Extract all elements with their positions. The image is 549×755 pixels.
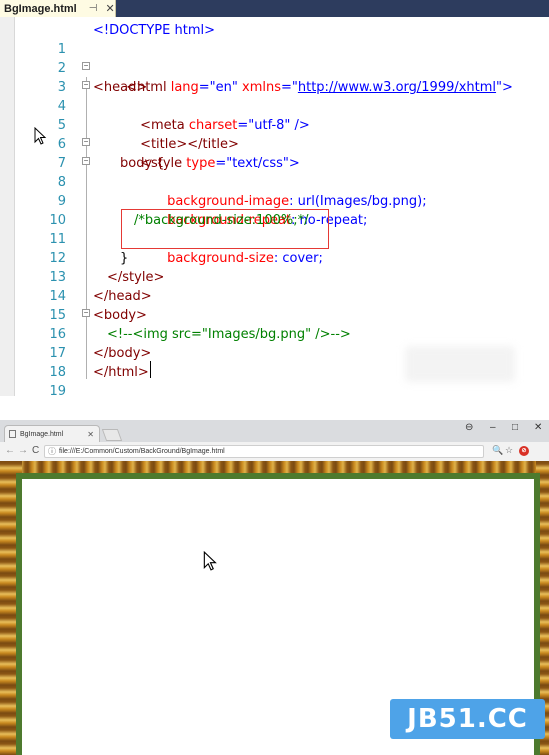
separator	[0, 396, 549, 420]
code-editor: BgImage.html ⊣ ✕ 1 <!DOCTYPE html> 2 3 −…	[0, 0, 549, 396]
browser-tab-title: BgImage.html	[20, 430, 64, 438]
code-text: <head>	[93, 80, 148, 95]
code-line: 17 <!--<img src="Images/bg.png" />-->	[0, 325, 549, 361]
code-line: 3 − <html lang="en" xmlns="http://www.w3…	[0, 59, 549, 96]
browser-tab-strip: BgImage.html ✕ ⊖ – □ ✕	[0, 420, 549, 442]
browser-tab[interactable]: BgImage.html ✕	[4, 425, 100, 442]
close-window-icon[interactable]: ✕	[534, 422, 542, 433]
code-text: <body>	[93, 308, 147, 323]
collapse-toggle-icon[interactable]: −	[82, 157, 90, 165]
code-text: <!DOCTYPE html>	[93, 23, 215, 38]
code-text: </head>	[93, 289, 152, 304]
editor-tab-label: BgImage.html	[4, 2, 77, 15]
code-line: 1 <!DOCTYPE html>	[0, 21, 549, 57]
code-line: 2	[0, 40, 549, 76]
code-text: </html>	[93, 365, 149, 380]
text-caret	[150, 361, 151, 378]
code-text: }	[120, 251, 129, 266]
editor-tab-strip: BgImage.html ⊣ ✕	[0, 0, 549, 17]
collapse-toggle-icon[interactable]: −	[82, 138, 90, 146]
code-line: 4 − <head>	[0, 78, 549, 114]
close-icon[interactable]: ✕	[87, 430, 94, 439]
code-line: 15 </head>	[0, 287, 549, 323]
new-tab-button[interactable]	[101, 429, 123, 441]
mouse-pointer-icon	[34, 126, 48, 150]
reload-icon[interactable]: C	[32, 445, 39, 456]
highlight-box	[121, 209, 329, 249]
adblock-icon[interactable]: ⊘	[519, 446, 529, 456]
line-number: 19	[49, 384, 66, 396]
collapse-toggle-icon[interactable]: −	[82, 81, 90, 89]
code-line: 13 }	[0, 249, 549, 285]
code-line: 14 </style>	[0, 268, 549, 304]
url-text[interactable]: file:///E:/Common/Custom/BackGround/BgIm…	[59, 448, 225, 455]
collapse-toggle-icon[interactable]: −	[82, 309, 90, 317]
code-text: </body>	[93, 346, 152, 361]
code-text: body {	[120, 156, 165, 171]
code-line: 6 <title></title>	[0, 116, 549, 152]
zoom-icon[interactable]: 🔍	[492, 445, 503, 456]
code-line: 9 background-image: url(Images/bg.png);	[0, 173, 549, 209]
info-icon[interactable]: ⓘ	[48, 446, 56, 457]
address-bar[interactable]: ⓘ file:///E:/Common/Custom/BackGround/Bg…	[44, 445, 484, 458]
minimize-icon[interactable]: –	[490, 422, 496, 433]
blurred-region	[405, 346, 515, 382]
code-line: 5 <meta charset="utf-8" />	[0, 97, 549, 133]
code-text: </style>	[107, 270, 165, 285]
collapse-toggle-icon[interactable]: −	[82, 62, 90, 70]
code-line: 16 − <body>	[0, 306, 549, 342]
account-icon[interactable]: ⊖	[465, 422, 473, 433]
code-area[interactable]: 1 <!DOCTYPE html> 2 3 − <html lang="en" …	[0, 17, 549, 396]
mouse-pointer-icon	[203, 550, 219, 576]
watermark-text: JB51.CC	[407, 704, 528, 734]
code-line: 8 − body {	[0, 154, 549, 190]
forward-icon[interactable]: →	[18, 445, 28, 456]
maximize-icon[interactable]: □	[512, 422, 518, 433]
close-icon[interactable]: ✕	[105, 2, 114, 15]
code-comment: <!--<img src="Images/bg.png" />-->	[107, 327, 351, 342]
pin-icon[interactable]: ⊣	[89, 3, 98, 14]
watermark-logo: JB51.CC	[390, 699, 545, 739]
page-icon	[9, 430, 16, 438]
address-toolbar: ← → C ⓘ file:///E:/Common/Custom/BackGro…	[0, 442, 549, 462]
code-line: 7 − <style type="text/css">	[0, 135, 549, 172]
editor-tab-bgimage[interactable]: BgImage.html ⊣ ✕	[0, 0, 116, 17]
back-icon[interactable]: ←	[5, 445, 15, 456]
star-icon[interactable]: ☆	[505, 445, 513, 456]
